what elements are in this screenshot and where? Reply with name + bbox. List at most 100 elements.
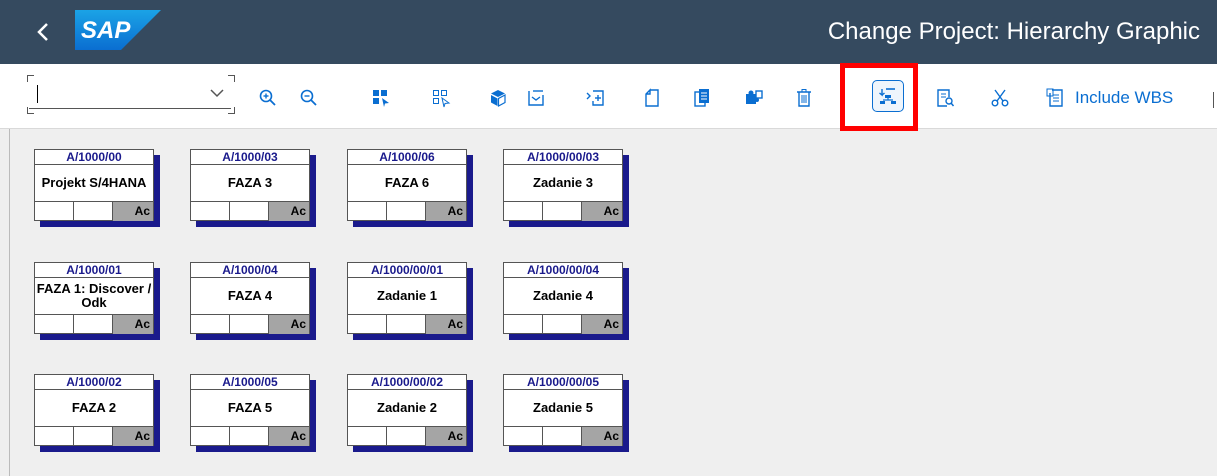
node-box[interactable]: A/1000/00/02 Zadanie 2 Ac [347, 374, 467, 446]
hierarchy-layout-button[interactable] [872, 80, 904, 112]
node-cell [35, 427, 74, 446]
node-status: Ac [426, 315, 466, 334]
overflow-edge [1213, 92, 1217, 108]
wbs-node[interactable]: A/1000/00/05 Zadanie 5 Ac [503, 374, 629, 452]
wbs-node[interactable]: A/1000/06 FAZA 6 Ac [347, 149, 473, 227]
node-status: Ac [269, 315, 309, 334]
app-header: SAP Change Project: Hierarchy Graphic [0, 0, 1217, 64]
node-cell [191, 315, 230, 334]
node-box[interactable]: A/1000/00 Projekt S/4HANA Ac [34, 149, 154, 221]
node-cells: Ac [504, 314, 622, 334]
wbs-node[interactable]: A/1000/01 FAZA 1: Discover / Odk Ac [34, 262, 160, 340]
view-select[interactable] [27, 75, 235, 114]
node-name: Zadanie 2 [377, 399, 437, 415]
node-cell [230, 315, 269, 334]
node-cell [348, 315, 387, 334]
select-filled-icon[interactable] [369, 86, 393, 110]
node-cells: Ac [191, 201, 309, 221]
node-box[interactable]: A/1000/03 FAZA 3 Ac [190, 149, 310, 221]
svg-text:SAP: SAP [81, 17, 131, 44]
hierarchy-layout-icon [879, 88, 896, 104]
node-cell [504, 427, 543, 446]
back-button[interactable] [28, 16, 58, 48]
wbs-node[interactable]: A/1000/02 FAZA 2 Ac [34, 374, 160, 452]
node-name: FAZA 3 [227, 174, 273, 190]
node-cell [387, 427, 426, 446]
node-cells: Ac [348, 201, 466, 221]
node-cells: Ac [191, 314, 309, 334]
node-cell [35, 315, 74, 334]
node-cell [504, 202, 543, 221]
node-code: A/1000/00/02 [348, 375, 466, 390]
zoom-in-icon[interactable] [256, 86, 280, 110]
expand-icon[interactable] [583, 86, 607, 110]
node-cell [230, 427, 269, 446]
wbs-node[interactable]: A/1000/00/01 Zadanie 1 Ac [347, 262, 473, 340]
node-name: Zadanie 4 [533, 287, 593, 303]
node-code: A/1000/06 [348, 150, 466, 165]
node-status: Ac [582, 315, 622, 334]
node-box[interactable]: A/1000/02 FAZA 2 Ac [34, 374, 154, 446]
node-name: FAZA 6 [384, 174, 430, 190]
node-box[interactable]: A/1000/00/01 Zadanie 1 Ac [347, 262, 467, 334]
puzzle-icon[interactable] [742, 86, 766, 110]
node-cell [504, 315, 543, 334]
node-cells: Ac [504, 201, 622, 221]
wbs-node[interactable]: A/1000/05 FAZA 5 Ac [190, 374, 316, 452]
node-box[interactable]: A/1000/00/05 Zadanie 5 Ac [503, 374, 623, 446]
node-cell [191, 427, 230, 446]
node-status: Ac [113, 315, 153, 334]
new-document-icon[interactable] [640, 86, 664, 110]
delete-icon[interactable] [792, 86, 816, 110]
node-name: FAZA 4 [227, 287, 273, 303]
node-name: Projekt S/4HANA [41, 174, 147, 190]
page-title: Change Project: Hierarchy Graphic [827, 18, 1200, 45]
node-box[interactable]: A/1000/06 FAZA 6 Ac [347, 149, 467, 221]
package-icon[interactable] [486, 86, 510, 110]
node-code: A/1000/00 [35, 150, 153, 165]
node-box[interactable]: A/1000/04 FAZA 4 Ac [190, 262, 310, 334]
node-cell [543, 315, 582, 334]
node-cells: Ac [348, 314, 466, 334]
node-name: FAZA 1: Discover / Odk [36, 280, 152, 310]
document-list-icon [1046, 88, 1063, 107]
node-code: A/1000/00/01 [348, 263, 466, 278]
node-box[interactable]: A/1000/00/04 Zadanie 4 Ac [503, 262, 623, 334]
node-cell [543, 427, 582, 446]
zoom-out-icon[interactable] [297, 86, 321, 110]
wbs-node[interactable]: A/1000/00/02 Zadanie 2 Ac [347, 374, 473, 452]
wbs-node[interactable]: A/1000/00 Projekt S/4HANA Ac [34, 149, 160, 227]
hierarchy-canvas[interactable]: A/1000/00 Projekt S/4HANA Ac A/1000/03 FAZA … [9, 129, 1217, 476]
copy-document-icon[interactable] [690, 86, 714, 110]
view-select-field[interactable] [29, 81, 231, 109]
node-cells: Ac [35, 426, 153, 446]
node-status: Ac [426, 427, 466, 446]
wbs-node[interactable]: A/1000/00/04 Zadanie 4 Ac [503, 262, 629, 340]
node-name: Zadanie 3 [533, 174, 593, 190]
node-name: Zadanie 1 [377, 287, 437, 303]
node-code: A/1000/03 [191, 150, 309, 165]
node-status: Ac [113, 202, 153, 221]
node-name: FAZA 5 [227, 399, 273, 415]
node-box[interactable]: A/1000/05 FAZA 5 Ac [190, 374, 310, 446]
node-box[interactable]: A/1000/00/03 Zadanie 3 Ac [503, 149, 623, 221]
node-box[interactable]: A/1000/01 FAZA 1: Discover / Odk Ac [34, 262, 154, 334]
wbs-node[interactable]: A/1000/00/03 Zadanie 3 Ac [503, 149, 629, 227]
wbs-node[interactable]: A/1000/03 FAZA 3 Ac [190, 149, 316, 227]
node-code: A/1000/00/04 [504, 263, 622, 278]
node-name: Zadanie 5 [533, 399, 593, 415]
include-wbs-label: Include WBS [1075, 88, 1174, 107]
cut-icon[interactable] [988, 86, 1012, 110]
chevron-down-icon[interactable] [207, 84, 227, 104]
search-document-icon[interactable] [933, 86, 957, 110]
node-cell [230, 202, 269, 221]
wbs-node[interactable]: A/1000/04 FAZA 4 Ac [190, 262, 316, 340]
node-status: Ac [269, 202, 309, 221]
node-code: A/1000/04 [191, 263, 309, 278]
select-outline-icon[interactable] [429, 86, 453, 110]
node-cell [74, 315, 113, 334]
node-status: Ac [582, 427, 622, 446]
collapse-icon[interactable] [525, 86, 549, 110]
node-code: A/1000/00/05 [504, 375, 622, 390]
include-wbs-button[interactable]: Include WBS [1046, 86, 1173, 110]
